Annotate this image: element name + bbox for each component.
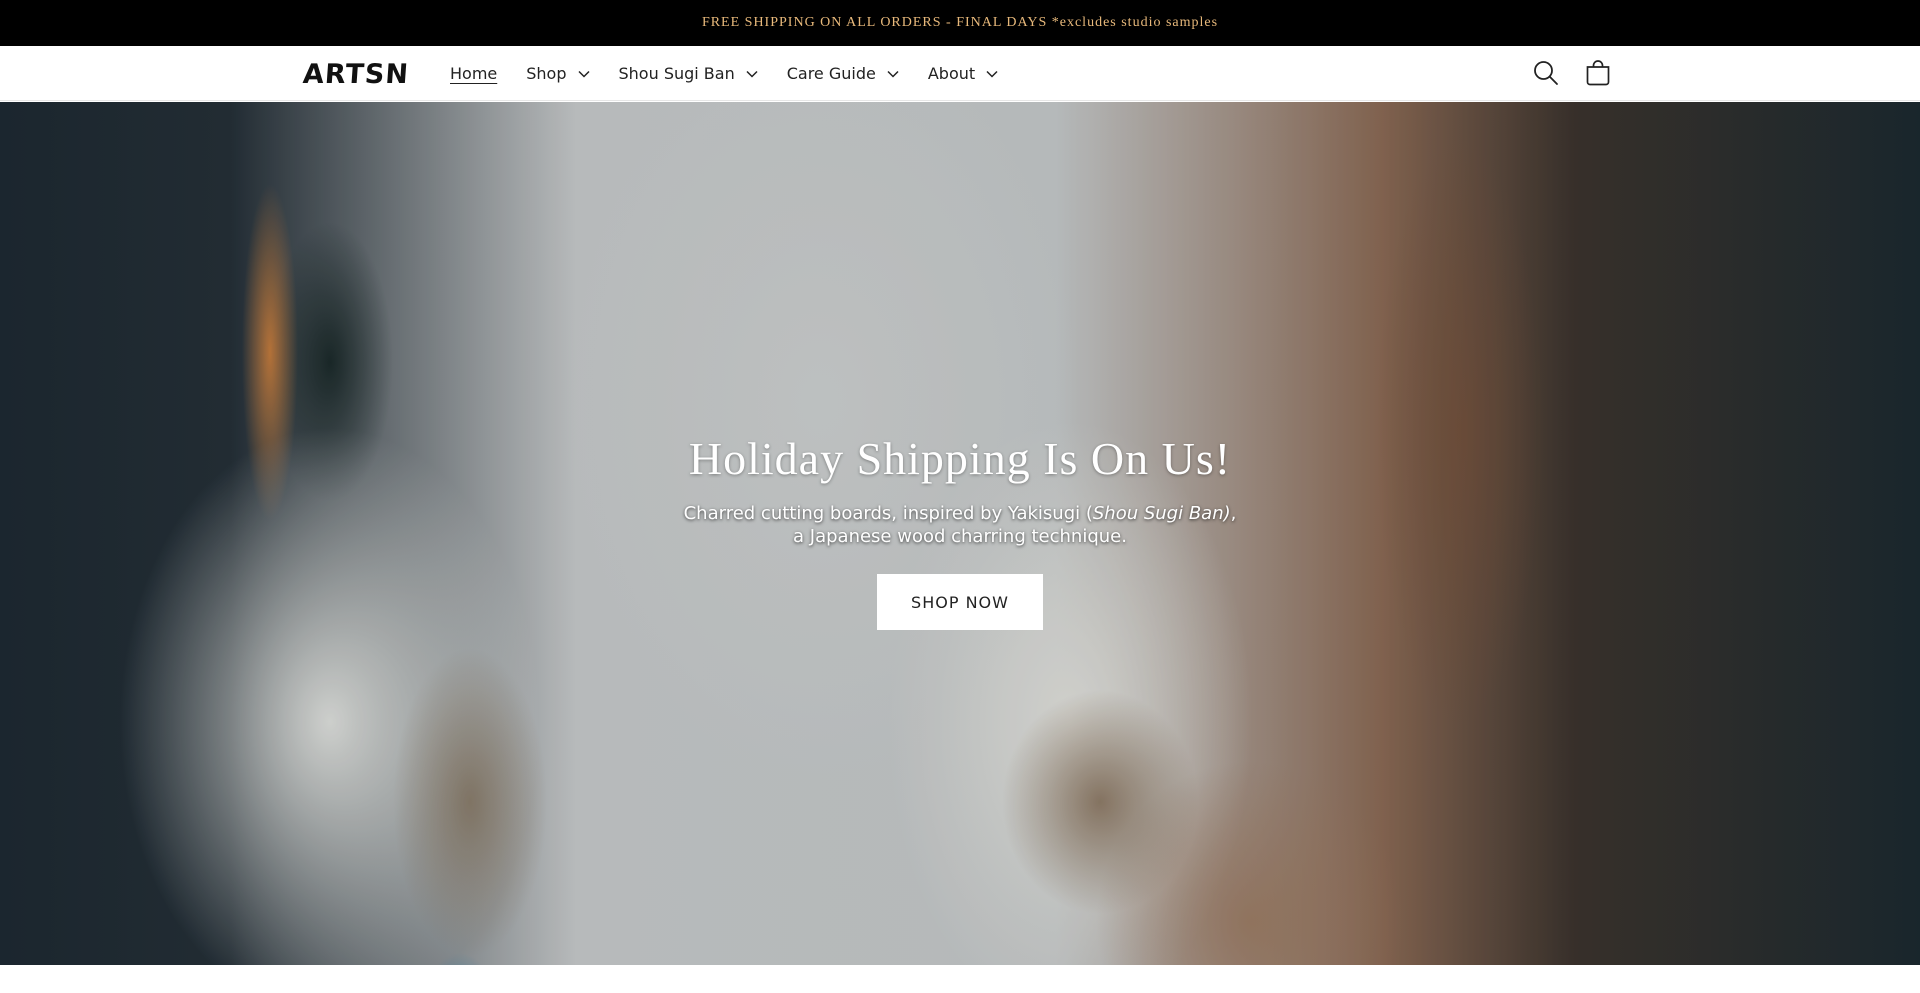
cart-button[interactable] [1583, 58, 1613, 88]
chevron-down-icon [577, 70, 590, 78]
chevron-down-icon [746, 70, 758, 78]
chevron-down-icon [887, 70, 899, 78]
shop-now-button[interactable]: SHOP NOW [877, 574, 1043, 630]
main-nav: Home Shop Shou Sugi Ban Care Guide About [450, 46, 1027, 101]
nav-label-shop: Shop [526, 64, 567, 83]
chevron-down-icon [986, 70, 998, 78]
nav-label-care-guide: Care Guide [786, 64, 876, 83]
nav-label-home: Home [450, 64, 498, 83]
hero-subtitle-emphasis: Shou Sugi Ban) [1092, 503, 1231, 524]
hero-banner: Holiday Shipping Is On Us! Charred cutti… [0, 102, 1920, 965]
nav-label-about: About [927, 64, 976, 83]
nav-item-shop[interactable]: Shop [526, 46, 590, 101]
search-icon [1534, 61, 1558, 85]
nav-item-shou-sugi-ban[interactable]: Shou Sugi Ban [619, 46, 758, 101]
nav-item-about[interactable]: About [928, 46, 998, 101]
nav-item-home[interactable]: Home [450, 46, 497, 101]
hero-title: Holiday Shipping Is On Us! [688, 433, 1232, 484]
hero-subtitle-part-1: Charred cutting boards, inspired by Yaki… [683, 503, 1093, 524]
site-header: ARTSN Home Shop Shou Sugi Ban Care Guide… [0, 46, 1920, 101]
search-button[interactable] [1531, 58, 1561, 88]
hero-subtitle: Charred cutting boards, inspired by Yaki… [680, 502, 1240, 548]
nav-label-shou-sugi-ban: Shou Sugi Ban [618, 64, 735, 83]
announcement-bar: FREE SHIPPING ON ALL ORDERS - FINAL DAYS… [0, 0, 1920, 46]
cart-icon [1586, 60, 1610, 86]
nav-item-care-guide[interactable]: Care Guide [787, 46, 899, 101]
logo[interactable]: ARTSN [302, 59, 410, 90]
announcement-text: FREE SHIPPING ON ALL ORDERS - FINAL DAYS… [701, 15, 1219, 30]
